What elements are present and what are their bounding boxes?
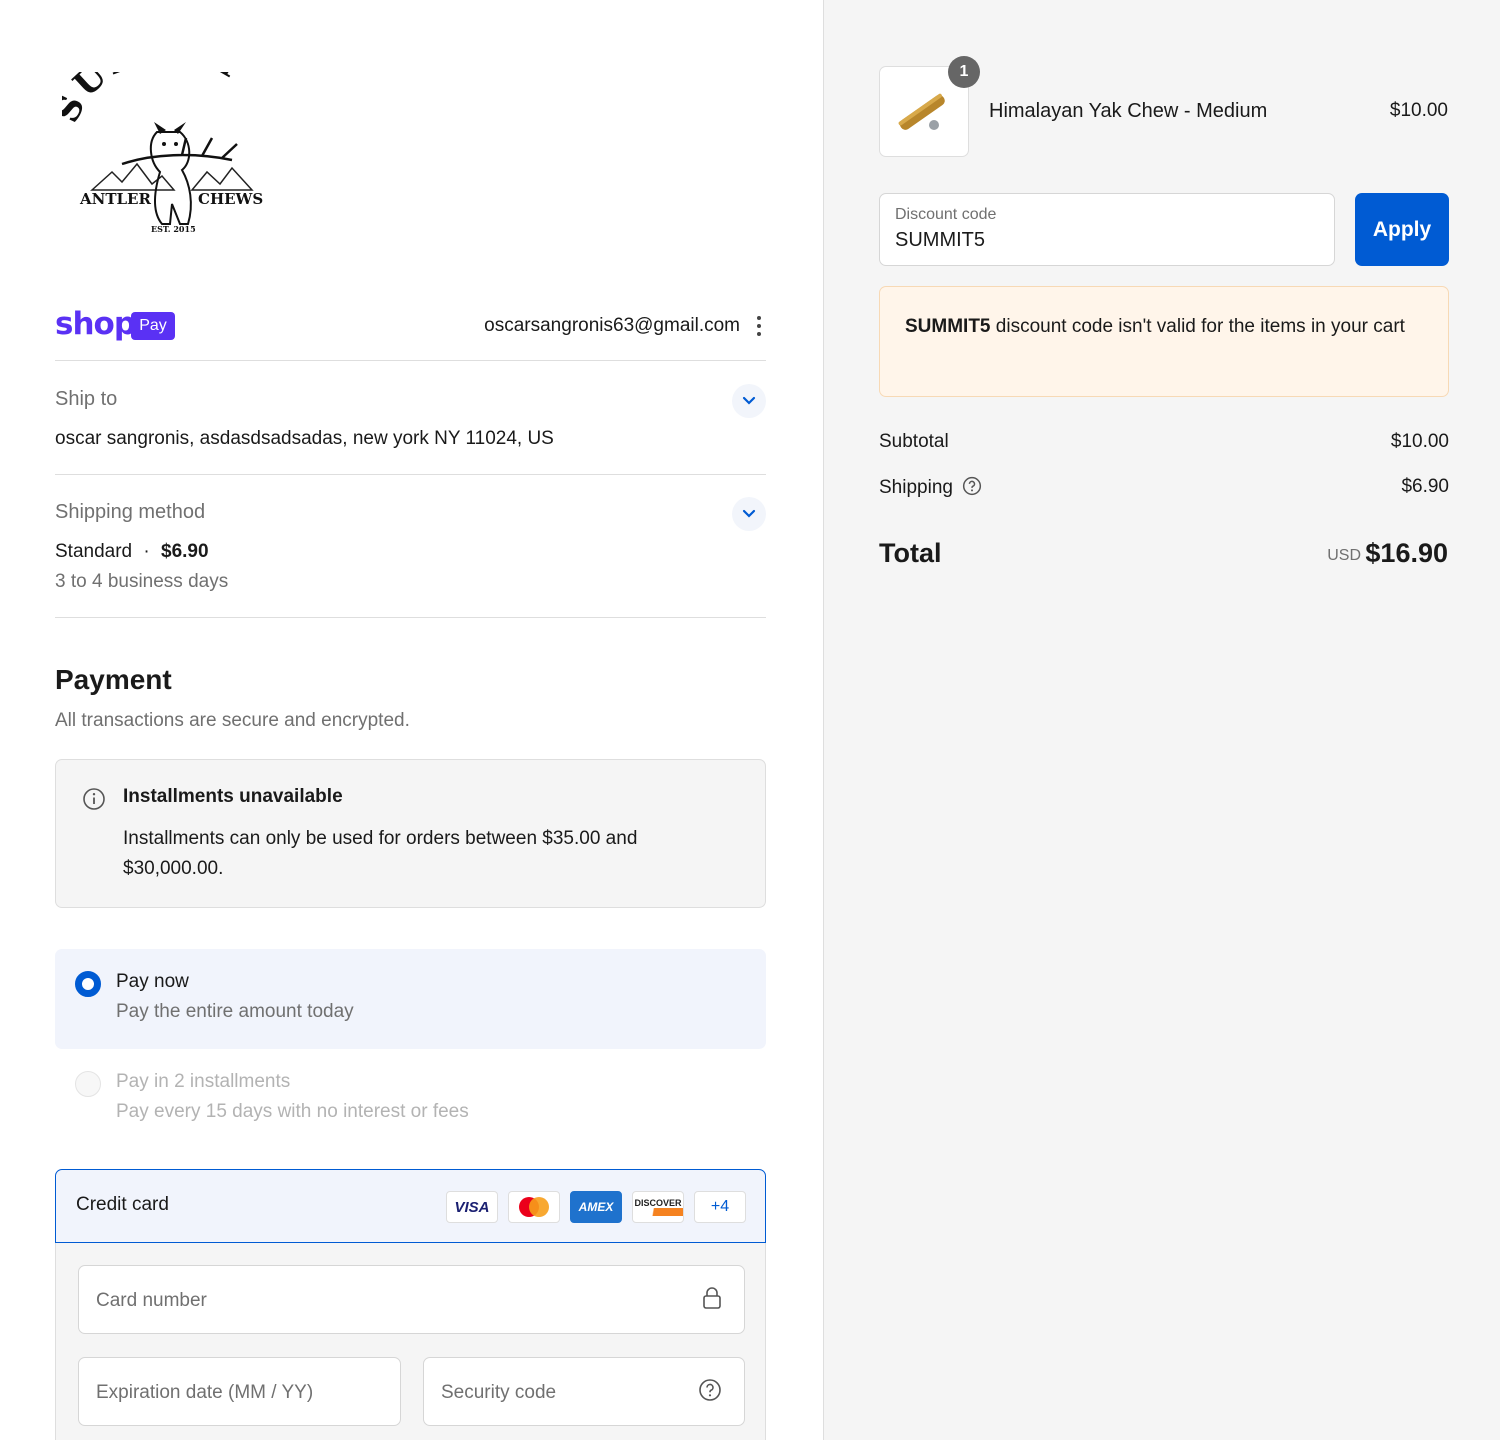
pay-now-radio[interactable] <box>75 971 101 997</box>
apply-button[interactable]: Apply <box>1355 193 1449 266</box>
subtotal-value: $10.00 <box>1390 431 1449 452</box>
shipping-method-price: $6.90 <box>161 541 209 562</box>
mastercard-icon <box>508 1191 560 1223</box>
more-options-icon[interactable] <box>754 314 764 338</box>
visa-icon: VISA <box>446 1191 498 1223</box>
info-icon <box>83 788 105 810</box>
shop-pay-account-row: shop Pay oscarsangronis63@gmail.com <box>55 306 766 361</box>
chevron-down-icon[interactable] <box>732 384 766 418</box>
logo-est-text: EST. 2015 <box>151 224 196 234</box>
shipping-label: Shipping <box>879 477 953 498</box>
more-brands-badge: +4 <box>694 1191 746 1223</box>
discount-code-field[interactable]: Discount code SUMMIT5 <box>879 193 1335 266</box>
installments-notice-title: Installments unavailable <box>123 786 343 807</box>
discount-code-value: SUMMIT5 <box>895 229 985 251</box>
shipping-method-label: Shipping method <box>55 501 206 523</box>
ship-to-address: oscar sangronis, asdasdsadsadas, new yor… <box>55 428 554 449</box>
order-summary: 1 Himalayan Yak Chew - Medium $10.00 Dis… <box>823 0 1500 1440</box>
credit-card-label: Credit card <box>76 1194 169 1215</box>
summit-logo: SUMMIT ANTLER CHEWS EST. 2015 <box>62 72 263 234</box>
chevron-down-icon[interactable] <box>732 497 766 531</box>
subtotal-label: Subtotal <box>879 431 949 452</box>
quantity-badge: 1 <box>948 56 980 88</box>
warning-text: discount code isn't valid for the items … <box>990 316 1405 337</box>
logo-chews-text: CHEWS <box>198 190 263 208</box>
help-icon[interactable] <box>698 1378 722 1402</box>
product-price: $10.00 <box>1389 100 1448 121</box>
expiration-placeholder: Expiration date (MM / YY) <box>96 1382 314 1403</box>
total-value: $16.90 <box>1365 538 1448 568</box>
shipping-method-eta: 3 to 4 business days <box>55 571 229 592</box>
discount-code-label: Discount code <box>895 206 997 223</box>
help-icon[interactable] <box>962 476 982 496</box>
pay-now-subtitle: Pay the entire amount today <box>116 1001 354 1022</box>
total-currency: USD <box>1327 547 1361 564</box>
warning-code: SUMMIT5 <box>905 316 991 337</box>
shipping-method-separator: · <box>143 541 150 562</box>
shipping-value: $6.90 <box>1401 476 1449 497</box>
pay-now-option[interactable]: Pay now Pay the entire amount today <box>55 949 766 1049</box>
shop-pay-pill: Pay <box>131 312 175 340</box>
account-email: oscarsangronis63@gmail.com <box>484 315 740 336</box>
ship-to-label: Ship to <box>55 388 118 410</box>
credit-card-option[interactable]: Credit card VISA AMEX DISCOVER +4 <box>55 1169 766 1243</box>
svg-text:SUMMIT: SUMMIT <box>62 72 254 129</box>
security-code-placeholder: Security code <box>441 1382 557 1403</box>
payment-subtitle: All transactions are secure and encrypte… <box>55 710 410 731</box>
lock-icon <box>703 1287 721 1309</box>
shipping-method-value: Standard · $6.90 <box>55 541 209 563</box>
amex-icon: AMEX <box>570 1191 622 1223</box>
logo-antler-text: ANTLER <box>79 190 151 208</box>
discover-icon: DISCOVER <box>632 1191 684 1223</box>
pay-in-installments-option[interactable]: Pay in 2 installments Pay every 15 days … <box>55 1049 766 1149</box>
installments-title: Pay in 2 installments <box>116 1071 291 1092</box>
security-code-field[interactable]: Security code <box>423 1357 745 1426</box>
ship-to-section[interactable]: Ship to oscar sangronis, asdasdsadsadas,… <box>55 362 766 475</box>
payment-title: Payment <box>55 664 172 695</box>
total-label: Total <box>879 538 942 568</box>
shipping-method-section[interactable]: Shipping method Standard · $6.90 3 to 4 … <box>55 475 766 618</box>
checkout-main: SUMMIT ANTLER CHEWS EST. 2015 shop Pay o… <box>0 0 823 1440</box>
card-number-placeholder: Card number <box>96 1290 207 1311</box>
credit-card-form: Card number Expiration date (MM / YY) Se… <box>55 1243 766 1440</box>
installments-radio[interactable] <box>75 1071 101 1097</box>
installments-subtitle: Pay every 15 days with no interest or fe… <box>116 1101 469 1122</box>
pay-now-title: Pay now <box>116 971 189 992</box>
installments-notice-text: Installments can only be used for orders… <box>123 828 638 879</box>
shipping-method-name: Standard <box>55 541 133 562</box>
shop-pay-wordmark: shop <box>55 306 136 342</box>
expiration-date-field[interactable]: Expiration date (MM / YY) <box>78 1357 401 1426</box>
installments-notice: Installments unavailable Installments ca… <box>55 759 766 908</box>
card-number-field[interactable]: Card number <box>78 1265 745 1334</box>
product-name: Himalayan Yak Chew - Medium <box>989 100 1268 122</box>
discount-warning: SUMMIT5 discount code isn't valid for th… <box>879 286 1449 397</box>
logo-summit-text: SUMMIT <box>62 72 250 129</box>
